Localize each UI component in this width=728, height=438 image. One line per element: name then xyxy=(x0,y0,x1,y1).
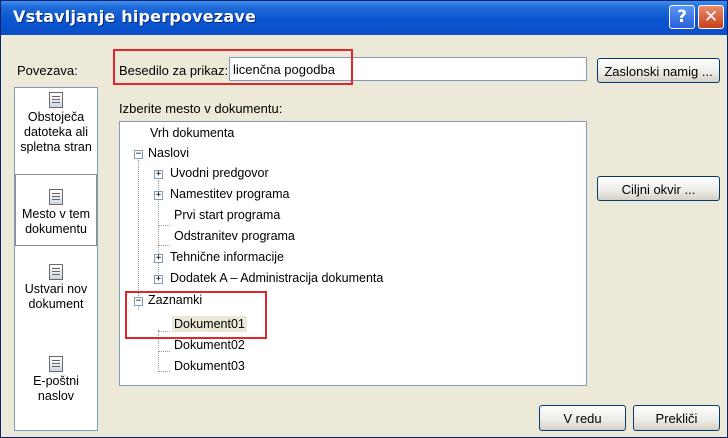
tree-line xyxy=(158,351,170,352)
hyperlink-dialog: Vstavljanje hiperpovezave ? ✕ Povezava: … xyxy=(0,0,728,438)
link-place-in-document[interactable]: Mesto v tem dokumentu xyxy=(15,174,97,246)
screen-tip-button[interactable]: Zaslonski namig ... xyxy=(597,58,720,83)
tree-node-top[interactable]: Vrh dokumenta xyxy=(150,126,234,140)
tree-node-bookmark[interactable]: Dokument03 xyxy=(174,359,245,373)
expand-icon[interactable]: + xyxy=(154,254,163,263)
target-frame-button-label: Ciljni okvir ... xyxy=(621,182,696,197)
cancel-button-label: Prekliči xyxy=(655,411,698,426)
dialog-title: Vstavljanje hiperpovezave xyxy=(13,7,257,26)
tree-line xyxy=(138,160,139,310)
title-bar[interactable]: Vstavljanje hiperpovezave ? ✕ xyxy=(1,1,727,35)
select-place-label: Izberite mesto v dokumentu: xyxy=(119,101,283,116)
expand-icon[interactable]: + xyxy=(154,191,163,200)
link-new-document[interactable]: Ustvari nov dokument xyxy=(17,264,95,312)
highlight-display-text xyxy=(113,49,353,85)
document-places-tree[interactable]: Vrh dokumenta − Naslovi + Uvodni predgov… xyxy=(119,121,587,386)
link-email-address-label: E-poštni naslov xyxy=(33,374,79,403)
link-to-label: Povezava: xyxy=(17,63,78,78)
link-existing-file[interactable]: Obstoječa datoteka ali spletna stran xyxy=(17,92,95,155)
link-to-bar: Obstoječa datoteka ali spletna stran Mes… xyxy=(14,87,98,431)
highlight-bookmark xyxy=(125,291,267,339)
link-place-in-document-label: Mesto v tem dokumentu xyxy=(21,207,91,236)
collapse-icon[interactable]: − xyxy=(134,150,143,159)
place-in-document-icon xyxy=(49,189,63,205)
tree-node-heading[interactable]: Odstranitev programa xyxy=(174,229,295,243)
ok-button[interactable]: V redu xyxy=(539,405,626,431)
tree-node-bookmark[interactable]: Dokument02 xyxy=(174,338,245,352)
screen-tip-button-label: Zaslonski namig ... xyxy=(604,64,713,79)
tree-node-headings[interactable]: Naslovi xyxy=(148,146,189,160)
link-existing-file-label: Obstoječa datoteka ali spletna stran xyxy=(20,110,92,154)
document-web-icon xyxy=(49,92,63,108)
tree-line xyxy=(158,371,170,372)
tree-node-heading[interactable]: Prvi start programa xyxy=(174,208,280,222)
ok-button-label: V redu xyxy=(563,411,602,426)
tree-node-heading[interactable]: Namestitev programa xyxy=(170,187,290,201)
link-new-document-label: Ustvari nov dokument xyxy=(24,282,88,311)
expand-icon[interactable]: + xyxy=(154,170,163,179)
email-icon xyxy=(49,356,63,372)
new-document-icon xyxy=(49,264,63,280)
target-frame-button[interactable]: Ciljni okvir ... xyxy=(597,176,720,201)
cancel-button[interactable]: Prekliči xyxy=(633,405,720,431)
help-button[interactable]: ? xyxy=(669,5,695,29)
tree-node-heading[interactable]: Tehnične informacije xyxy=(170,250,284,264)
tree-line xyxy=(158,245,170,246)
tree-line xyxy=(158,225,170,226)
close-button[interactable]: ✕ xyxy=(698,5,724,29)
tree-node-heading[interactable]: Dodatek A – Administracija dokumenta xyxy=(170,271,383,285)
link-email-address[interactable]: E-poštni naslov xyxy=(17,356,95,404)
expand-icon[interactable]: + xyxy=(154,275,163,284)
tree-node-heading[interactable]: Uvodni predgovor xyxy=(170,166,269,180)
